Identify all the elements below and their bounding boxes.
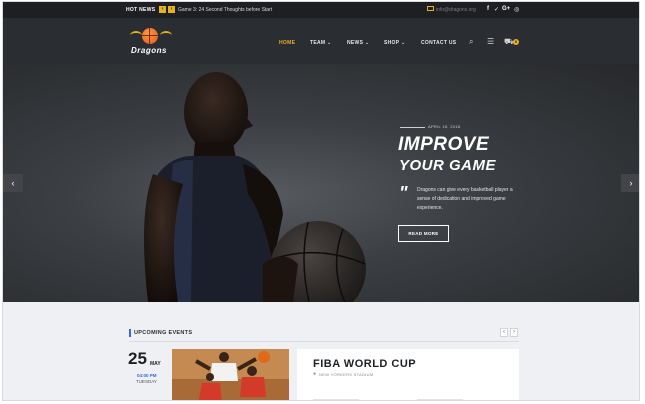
nav-contact[interactable]: CONTACT US [421,40,456,46]
slider-prev-button[interactable]: ‹ [3,174,23,192]
event-team-chip [313,399,359,400]
read-more-button[interactable]: READ MORE [398,225,449,242]
instagram-icon[interactable]: ◎ [514,6,519,13]
section-accent-bar [129,329,131,337]
news-prev-button[interactable]: ‹ [159,6,166,13]
top-bar: HOT NEWS ‹ › Game 3: 24 Second Thoughts … [3,2,639,18]
date-divider [400,127,425,128]
location-pin-icon: ● [313,371,317,377]
logo-wing-right-icon [160,31,172,40]
facebook-icon[interactable]: f [487,6,489,12]
hero-title-line2: YOUR GAME [399,157,497,174]
hot-news-label: HOT NEWS [126,7,156,13]
email-icon [427,6,434,11]
quote-icon: " [399,183,408,203]
nav-news[interactable]: NEWS ⌄ [347,40,369,46]
search-icon[interactable]: ⌕ [469,37,473,47]
google-plus-icon[interactable]: G+ [502,6,510,12]
basketball-icon [142,28,158,44]
section-divider [129,341,519,342]
news-headline[interactable]: Game 3: 24 Second Thoughts before Start [178,7,272,13]
hero-description: Dragons can give every basketball player… [417,187,513,211]
nav-team[interactable]: TEAM ⌄ [310,40,332,46]
nav-home[interactable]: HOME [279,40,295,46]
news-next-button[interactable]: › [168,6,175,13]
section-title: UPCOMING EVENTS [134,330,193,336]
hero-date: APRIL 15, 2018 [428,124,461,129]
upcoming-events-section: UPCOMING EVENTS ‹ › 25 MAY 04:00 PM TUES… [3,302,639,400]
email-address[interactable]: info@dragons.org [436,7,476,13]
logo-wing-left-icon [130,31,142,40]
events-next-button[interactable]: › [510,328,518,337]
hero-title-line1: IMPROVE [398,134,490,155]
cart-count-badge: 0 [513,39,519,45]
events-prev-button[interactable]: ‹ [500,328,508,337]
event-image[interactable] [172,349,289,400]
nav-shop[interactable]: SHOP ⌄ [384,40,405,46]
hero-slider: ‹ › APRIL 15, 2018 IMPROVE YOUR GAME " D… [3,64,639,302]
event-weekday: TUESDAY [136,379,157,384]
browser-viewport: HOT NEWS ‹ › Game 3: 24 Second Thoughts … [2,1,640,401]
menu-toggle-icon[interactable]: ☰ [487,37,494,46]
event-title[interactable]: FIBA WORLD CUP [313,358,416,370]
logo-text: Dragons [131,46,167,55]
event-month: MAY [150,361,161,367]
event-time: 04:00 PM [137,373,157,378]
basketball-player-image [144,72,366,302]
event-team-chip [417,399,463,400]
twitter-icon[interactable]: ✓ [494,6,499,13]
event-venue: NEW YORKERS STADIUM [319,372,374,377]
site-header: Dragons HOME TEAM ⌄ NEWS ⌄ SHOP ⌄ CONTAC… [3,18,639,64]
event-day: 25 [128,349,147,368]
slider-next-button[interactable]: › [621,174,639,192]
